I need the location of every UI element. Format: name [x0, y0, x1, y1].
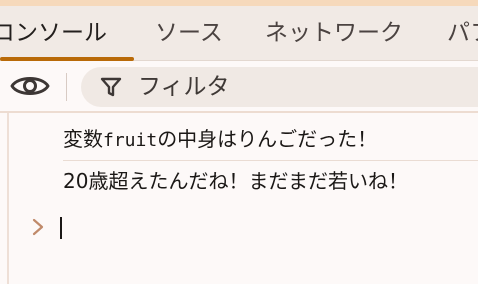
toolbar-divider	[66, 73, 67, 101]
message-text: の中身はりんごだった！	[157, 127, 378, 151]
message-divider	[63, 160, 478, 161]
tab-performance[interactable]: パフ	[447, 6, 478, 61]
tab-network[interactable]: ネットワーク	[265, 6, 403, 61]
tab-console[interactable]: コンソール	[0, 6, 107, 61]
funnel-icon	[100, 77, 122, 97]
filter-input[interactable]: フィルタ	[81, 67, 478, 107]
live-expression-button[interactable]	[8, 70, 52, 102]
console-left-rule	[7, 113, 9, 284]
console-prompt-input[interactable]	[56, 213, 466, 243]
devtools-window: コンソール ソース ネットワーク パフ フィルタ 変数fruitの中身はりんごだ…	[0, 0, 478, 284]
console-message: 20歳超えたんだね！まだまだ若いね！	[63, 169, 409, 193]
chevron-right-icon	[32, 218, 44, 236]
message-code: fruit	[103, 130, 158, 151]
eye-icon	[10, 77, 50, 95]
message-text: 変数	[63, 127, 103, 151]
text-caret	[60, 217, 62, 239]
console-toolbar: フィルタ	[0, 61, 478, 113]
devtools-tabbar: コンソール ソース ネットワーク パフ	[0, 6, 478, 61]
filter-placeholder: フィルタ	[138, 74, 230, 100]
console-output: 変数fruitの中身はりんごだった！ 20歳超えたんだね！まだまだ若いね！	[0, 113, 478, 284]
console-message: 変数fruitの中身はりんごだった！	[63, 126, 377, 154]
tab-sources[interactable]: ソース	[155, 6, 223, 61]
